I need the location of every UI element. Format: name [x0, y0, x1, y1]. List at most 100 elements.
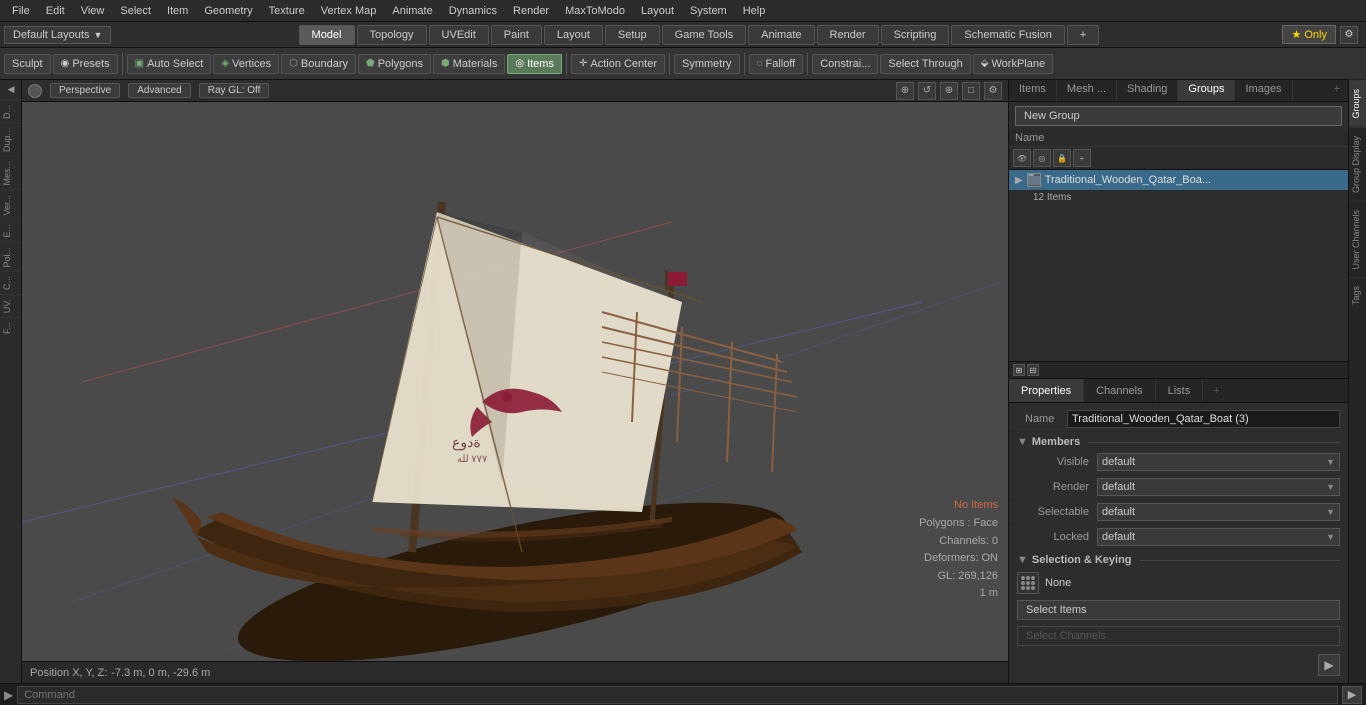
layout-tab-add[interactable]: +	[1067, 25, 1099, 45]
layout-dropdown[interactable]: Default Layouts ▼	[4, 26, 111, 44]
locked-dropdown[interactable]: default ▼	[1097, 528, 1340, 546]
sidebar-item-c[interactable]: C...	[0, 271, 21, 294]
sidebar-item-d[interactable]: D...	[0, 100, 21, 123]
tab-groups[interactable]: Groups	[1178, 80, 1235, 101]
menu-layout[interactable]: Layout	[633, 3, 682, 19]
layout-tab-model[interactable]: Model	[299, 25, 355, 45]
menu-geometry[interactable]: Geometry	[196, 3, 260, 19]
workplane-button[interactable]: ⬙ WorkPlane	[973, 54, 1053, 74]
group-item[interactable]: ▶ Traditional_Wooden_Qatar_Boa...	[1009, 170, 1348, 191]
group-lock-btn[interactable]: 🔒	[1053, 149, 1071, 167]
command-run-btn[interactable]: ▶	[1342, 686, 1362, 704]
viewport-perspective-btn[interactable]: Perspective	[50, 83, 120, 98]
tab-images[interactable]: Images	[1235, 80, 1292, 101]
menu-maxtomodo[interactable]: MaxToModo	[557, 3, 633, 19]
sidebar-collapse-btn[interactable]: ◀	[0, 80, 22, 100]
edge-tab-group-display[interactable]: Group Display	[1349, 127, 1366, 201]
action-center-label: Action Center	[590, 58, 657, 70]
prop-tab-channels[interactable]: Channels	[1084, 379, 1155, 402]
viewport-fit-icon[interactable]: □	[962, 82, 980, 100]
group-visible-btn[interactable]: 👁	[1013, 149, 1031, 167]
prop-tab-properties[interactable]: Properties	[1009, 379, 1084, 402]
viewport-canvas[interactable]: ةدوع ٧٧٧ لله	[22, 102, 1008, 683]
menu-file[interactable]: File	[4, 3, 38, 19]
sel-keying-toggle[interactable]: ▼	[1017, 554, 1028, 566]
layout-tab-animate[interactable]: Animate	[748, 25, 814, 45]
star-only-btn[interactable]: ★ Only	[1282, 25, 1336, 44]
layout-tab-paint[interactable]: Paint	[491, 25, 542, 45]
menu-texture[interactable]: Texture	[261, 3, 313, 19]
menu-system[interactable]: System	[682, 3, 735, 19]
sidebar-item-mes[interactable]: Mes...	[0, 156, 21, 190]
selectable-dropdown[interactable]: default ▼	[1097, 503, 1340, 521]
settings-icon[interactable]: ⚙	[1340, 26, 1358, 44]
select-items-button[interactable]: Select Items	[1017, 600, 1340, 620]
layout-tab-schematic[interactable]: Schematic Fusion	[951, 25, 1064, 45]
layout-tab-scripting[interactable]: Scripting	[881, 25, 950, 45]
falloff-button[interactable]: ◌ Falloff	[749, 54, 804, 74]
layout-tab-render[interactable]: Render	[817, 25, 879, 45]
keying-dots-btn[interactable]	[1017, 572, 1039, 594]
edge-tab-tags[interactable]: Tags	[1349, 277, 1366, 313]
members-toggle[interactable]: ▼	[1017, 436, 1028, 448]
menu-item[interactable]: Item	[159, 3, 196, 19]
select-through-button[interactable]: Select Through	[880, 54, 970, 74]
prop-tab-lists[interactable]: Lists	[1156, 379, 1204, 402]
prop-name-input[interactable]	[1067, 410, 1340, 428]
vertices-button[interactable]: ◈ Vertices	[213, 54, 279, 74]
tab-shading[interactable]: Shading	[1117, 80, 1178, 101]
menu-select[interactable]: Select	[112, 3, 159, 19]
menu-edit[interactable]: Edit	[38, 3, 73, 19]
viewport-settings-icon[interactable]: ⚙	[984, 82, 1002, 100]
sidebar-item-uv[interactable]: UV.	[0, 294, 21, 317]
items-button[interactable]: ◎ Items	[507, 54, 562, 74]
layout-tab-topology[interactable]: Topology	[357, 25, 427, 45]
panel-expand-icon[interactable]: ⊞	[1013, 364, 1025, 376]
menu-render[interactable]: Render	[505, 3, 557, 19]
boundary-button[interactable]: ⬡ Boundary	[281, 54, 356, 74]
sidebar-item-e[interactable]: E...	[0, 219, 21, 242]
sidebar-item-dup[interactable]: Dup...	[0, 123, 21, 156]
sculpt-button[interactable]: Sculpt	[4, 54, 51, 74]
sidebar-item-ver[interactable]: Ver...	[0, 190, 21, 220]
action-center-button[interactable]: ✛ Action Center	[571, 54, 665, 74]
edge-tab-groups[interactable]: Groups	[1349, 80, 1366, 127]
menu-view[interactable]: View	[73, 3, 113, 19]
menu-animate[interactable]: Animate	[384, 3, 440, 19]
viewport-menu-btn[interactable]	[28, 84, 42, 98]
layout-tab-layout[interactable]: Layout	[544, 25, 603, 45]
new-group-button[interactable]: New Group	[1015, 106, 1342, 126]
polygons-button[interactable]: ⬟ Polygons	[358, 54, 431, 74]
menu-help[interactable]: Help	[735, 3, 774, 19]
viewport-raygl-btn[interactable]: Ray GL: Off	[199, 83, 270, 98]
symmetry-button[interactable]: Symmetry	[674, 54, 740, 74]
menu-vertex-map[interactable]: Vertex Map	[313, 3, 385, 19]
materials-button[interactable]: ⬢ Materials	[433, 54, 505, 74]
presets-button[interactable]: ◉ Presets	[53, 54, 118, 74]
visible-dropdown[interactable]: default ▼	[1097, 453, 1340, 471]
viewport-rotate-icon[interactable]: ↺	[918, 82, 936, 100]
expand-arrow-btn[interactable]: ▶	[1318, 654, 1340, 676]
layout-tab-setup[interactable]: Setup	[605, 25, 660, 45]
constraints-button[interactable]: Constrai...	[812, 54, 878, 74]
panel-collapse-icon[interactable]: ⊟	[1027, 364, 1039, 376]
tab-mesh[interactable]: Mesh ...	[1057, 80, 1117, 101]
layout-tab-game-tools[interactable]: Game Tools	[662, 25, 747, 45]
sidebar-item-f[interactable]: F...	[0, 317, 21, 338]
edge-tab-user-channels[interactable]: User Channels	[1349, 201, 1366, 278]
viewport-orbit-icon[interactable]: ⊕	[896, 82, 914, 100]
tab-items[interactable]: Items	[1009, 80, 1057, 101]
auto-select-button[interactable]: ▣ Auto Select	[127, 54, 212, 74]
select-channels-button[interactable]: Select Channels	[1017, 626, 1340, 646]
render-dropdown[interactable]: default ▼	[1097, 478, 1340, 496]
command-input[interactable]	[17, 686, 1338, 704]
menu-dynamics[interactable]: Dynamics	[441, 3, 505, 19]
group-add-btn[interactable]: +	[1073, 149, 1091, 167]
viewport-advanced-btn[interactable]: Advanced	[128, 83, 190, 98]
layout-tab-uvedit[interactable]: UVEdit	[429, 25, 489, 45]
tab-add-btn[interactable]: +	[1326, 80, 1348, 101]
group-render-btn[interactable]: ◎	[1033, 149, 1051, 167]
prop-tab-add-btn[interactable]: +	[1205, 382, 1227, 400]
sidebar-item-pol[interactable]: Pol...	[0, 242, 21, 272]
viewport-pan-icon[interactable]: ⊕	[940, 82, 958, 100]
